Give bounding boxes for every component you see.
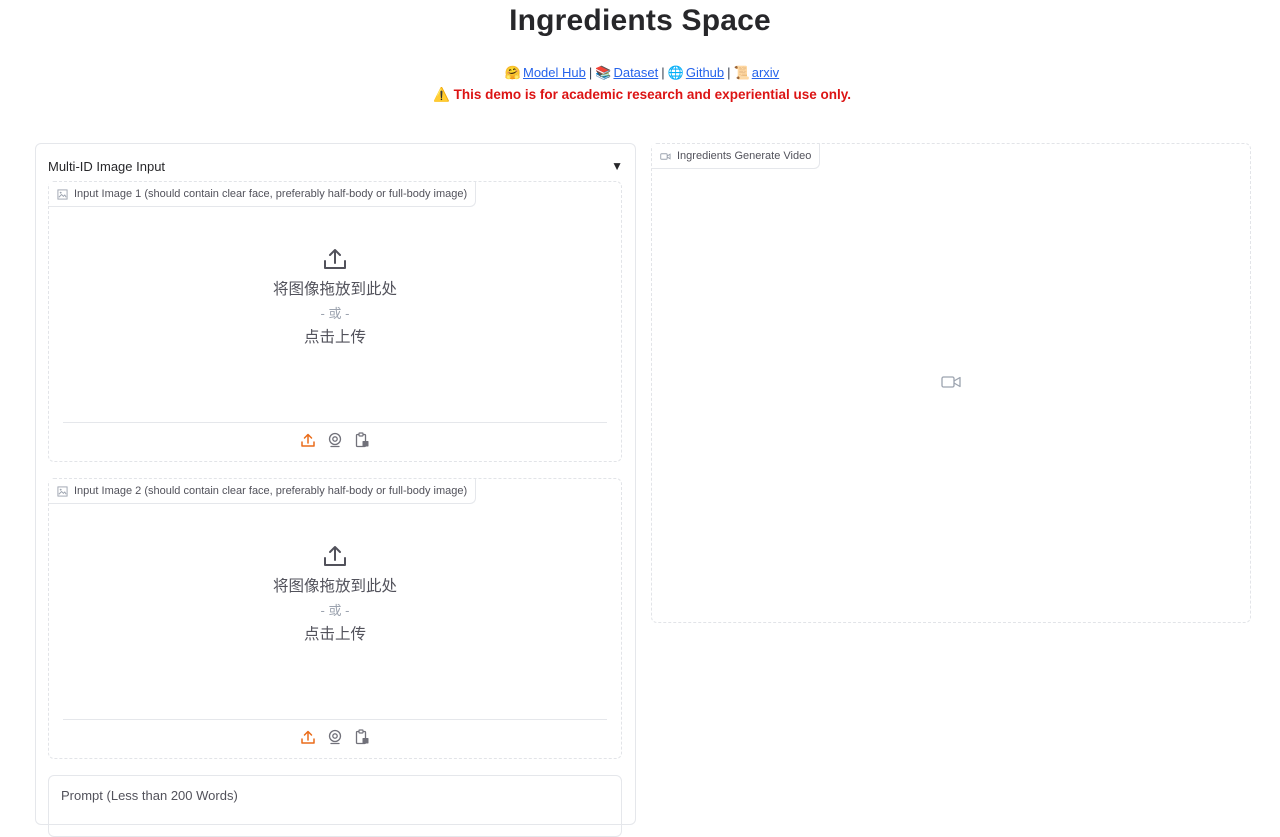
source-selector (49, 432, 621, 448)
model-hub-link[interactable]: Model Hub (523, 65, 586, 80)
clipboard-icon (355, 729, 369, 745)
image-input-1: Input Image 1 (should contain clear face… (48, 181, 622, 462)
page-title: Ingredients Space (509, 4, 771, 37)
video-output: Ingredients Generate Video (651, 143, 1251, 623)
divider (63, 719, 607, 720)
source-selector (49, 729, 621, 745)
hugging-face-icon: 🤗 (504, 65, 521, 80)
drop-text: 将图像拖放到此处 (272, 281, 397, 298)
image-input-2: Input Image 2 (should contain clear face… (48, 478, 622, 759)
image-input-label: Input Image 1 (should contain clear face… (49, 182, 477, 207)
multi-id-accordion: Multi-ID Image Input ▼ Input Image 1 (sh… (35, 143, 636, 837)
or-text: - 或 - (320, 603, 350, 618)
clipboard-source-button[interactable] (354, 432, 370, 448)
video-output-label: Ingredients Generate Video (652, 144, 821, 169)
clipboard-source-button[interactable] (354, 729, 370, 745)
scroll-icon: 📜 (733, 65, 750, 80)
clipboard-icon (355, 432, 369, 448)
image-icon (57, 188, 68, 200)
webcam-source-button[interactable] (327, 729, 343, 745)
books-icon: 📚 (595, 65, 612, 80)
drop-text: 将图像拖放到此处 (272, 578, 397, 595)
upload-source-button[interactable] (300, 729, 316, 745)
upload-icon (301, 433, 315, 447)
click-upload-text: 点击上传 (303, 329, 366, 346)
upload-icon (301, 730, 315, 744)
upload-icon (324, 249, 346, 269)
image-dropzone[interactable]: 将图像拖放到此处 - 或 - 点击上传 (49, 246, 621, 350)
accordion-header[interactable]: Multi-ID Image Input ▼ (48, 156, 623, 176)
click-upload-text: 点击上传 (303, 626, 366, 643)
or-text: - 或 - (320, 306, 350, 321)
prompt-input[interactable]: Prompt (Less than 200 Words) (48, 775, 622, 837)
globe-icon: 🌐 (667, 65, 684, 80)
divider (63, 422, 607, 423)
upload-icon (324, 546, 346, 566)
webcam-source-button[interactable] (327, 432, 343, 448)
header-links: 🤗 Model Hub | 📚 Dataset | 🌐 Github | 📜 arxiv (504, 65, 780, 80)
video-icon (660, 152, 671, 160)
chevron-down-icon[interactable]: ▼ (611, 159, 623, 173)
webcam-icon (328, 729, 342, 745)
video-camera-icon (941, 376, 961, 388)
dataset-link[interactable]: Dataset (613, 65, 658, 80)
prompt-label: Prompt (Less than 200 Words) (61, 788, 238, 803)
upload-source-button[interactable] (300, 432, 316, 448)
accordion-title: Multi-ID Image Input (48, 158, 166, 174)
arxiv-link[interactable]: arxiv (752, 65, 779, 80)
github-link[interactable]: Github (686, 65, 724, 80)
warning-notice: ⚠️ This demo is for academic research an… (433, 87, 851, 102)
image-dropzone[interactable]: 将图像拖放到此处 - 或 - 点击上传 (49, 543, 621, 647)
webcam-icon (328, 432, 342, 448)
image-input-label: Input Image 2 (should contain clear face… (49, 479, 477, 504)
image-icon (57, 485, 68, 497)
